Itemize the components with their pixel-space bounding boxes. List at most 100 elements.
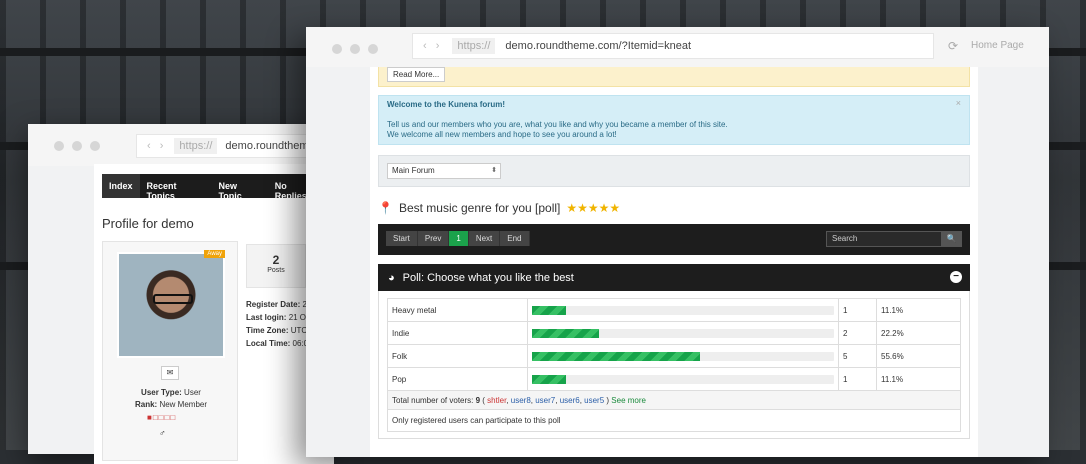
window-controls [54,141,100,151]
nav-arrows-icon[interactable]: ‹ › [147,140,166,152]
topic-header: 📍 Best music genre for you [poll] ★★★★★ [378,201,970,215]
topic-title: Best music genre for you [poll] [398,201,561,215]
posts-stat: 2 Posts [246,244,306,288]
posts-label: Posts [267,267,285,274]
poll-bar-track [532,351,834,361]
welcome-line: Tell us and our members who you are, wha… [387,120,728,129]
pie-chart-icon: ◕ [388,271,395,284]
poll-table: Heavy metal 1 11.1% Indie 2 22.2% Folk 5 55.6% Po… [387,298,961,391]
poll-bar-cell [527,298,839,322]
user-type: User Type: User [141,388,201,397]
poll-option: Heavy metal [387,298,528,322]
poll-bar-cell [527,367,839,391]
url-scheme: https:// [174,138,218,154]
read-more-button[interactable]: Read More... [387,67,446,82]
url-text: demo.roundtheme [225,140,315,152]
pagination: Start Prev 1 Next End [386,231,530,246]
avatar-glasses [153,294,193,304]
address-bar[interactable]: ‹ › https:// demo.roundtheme.com/?Itemid… [412,33,934,59]
poll-header: ◕ Poll: Choose what you like the best − [378,264,970,291]
poll-bar-cell [527,344,839,368]
poll-bar-fill [532,305,566,315]
poll-count: 5 [838,344,877,368]
nav-new-topic[interactable]: New Topic [211,174,267,201]
poll-option: Pop [387,367,528,391]
home-page-link[interactable]: Home Page [971,40,1024,51]
poll-percent: 22.2% [876,321,961,345]
poll-row: Heavy metal 1 11.1% [387,298,961,322]
rank-stars-icon: ■□□□□ [147,413,177,422]
poll-count: 1 [838,298,877,322]
poll-count: 1 [838,367,877,391]
window-controls [332,44,378,54]
see-more-link[interactable]: See more [611,396,646,405]
nav-index[interactable]: Index [102,174,140,198]
page-current[interactable]: 1 [449,231,469,246]
nav-arrows-icon[interactable]: ‹ › [423,40,442,52]
browser-chrome: ‹ › https:// demo.roundtheme [28,124,336,166]
voter-link[interactable]: user7 [535,396,555,405]
page-title: Profile for demo [102,216,194,231]
poll-row: Folk 5 55.6% [387,344,961,368]
voter-link[interactable]: user5 [584,396,604,405]
poll-count: 2 [838,321,877,345]
voter-link[interactable]: user6 [560,396,580,405]
welcome-title: Welcome to the Kunena forum! [387,100,506,109]
front-browser-window: ‹ › https:// demo.roundtheme.com/?Itemid… [306,27,1049,457]
poll-bar-fill [532,351,700,361]
meta-timezone: Time Zone: UTC [246,326,308,335]
welcome-line: We welcome all new members and hope to s… [387,130,617,139]
forum-nav: Index Recent Topics New Topic No Replies [102,174,326,201]
poll-title: Poll: Choose what you like the best [402,271,574,284]
forum-page: Read More... Welcome to the Kunena forum… [370,67,978,457]
poll-bar-fill [532,374,566,384]
poll-bar-track [532,328,834,338]
search-icon[interactable]: 🔍 [941,231,962,247]
reload-icon[interactable]: ⟳ [948,39,958,53]
pin-icon: 📍 [378,201,393,215]
avatar [117,252,225,358]
poll-voters: Total number of voters: 9 ( shtler, user… [387,391,961,410]
collapse-icon[interactable]: − [950,271,962,283]
url-text: demo.roundtheme.com/?Itemid=kneat [505,40,691,52]
poll-results: Heavy metal 1 11.1% Indie 2 22.2% Folk 5 55.6% Po… [378,291,970,439]
status-badge: Away [204,250,225,258]
forum-select-bar: Main Forum [378,155,970,187]
poll-option: Indie [387,321,528,345]
page-prev-button[interactable]: Prev [417,231,450,246]
gender-icon: ♂ [159,428,176,438]
search-input[interactable]: Search [826,231,942,247]
poll-option: Folk [387,344,528,368]
back-browser-window: ‹ › https:// demo.roundtheme Index Recen… [28,124,336,464]
poll-percent: 11.1% [876,298,961,322]
voter-link[interactable]: user8 [511,396,531,405]
page-next-button[interactable]: Next [468,231,501,246]
announcement-box: Read More... [378,67,970,87]
poll-row: Pop 1 11.1% [387,367,961,391]
meta-local-time: Local Time: 06:0( [246,339,311,348]
page-end-button[interactable]: End [500,231,530,246]
close-icon[interactable]: × [956,98,961,108]
poll-bar-fill [532,328,600,338]
user-rank: Rank: New Member [134,400,208,409]
welcome-alert: Welcome to the Kunena forum! Tell us and… [378,95,970,145]
voter-link[interactable]: shtler [487,396,506,405]
meta-last-login: Last login: 21 Oc [246,313,311,322]
poll-note: Only registered users can participate to… [387,410,961,432]
poll-bar-track [532,374,834,384]
forum-select[interactable]: Main Forum [387,163,501,179]
poll-row: Indie 2 22.2% [387,321,961,345]
nav-recent-topics[interactable]: Recent Topics [140,174,212,201]
poll-bar-track [532,305,834,315]
meta-register: Register Date: 2( [246,300,310,309]
url-scheme: https:// [452,38,496,54]
poll-percent: 55.6% [876,344,961,368]
rating-stars-icon[interactable]: ★★★★★ [566,201,620,215]
page-start-button[interactable]: Start [386,231,418,246]
browser-chrome: ‹ › https:// demo.roundtheme.com/?Itemid… [306,27,1049,67]
posts-count: 2 [272,253,280,267]
profile-card: Away ✉ User Type: User Rank: New Member … [102,241,238,461]
poll-bar-cell [527,321,839,345]
poll-percent: 11.1% [876,367,961,391]
mail-icon[interactable]: ✉ [161,366,179,380]
